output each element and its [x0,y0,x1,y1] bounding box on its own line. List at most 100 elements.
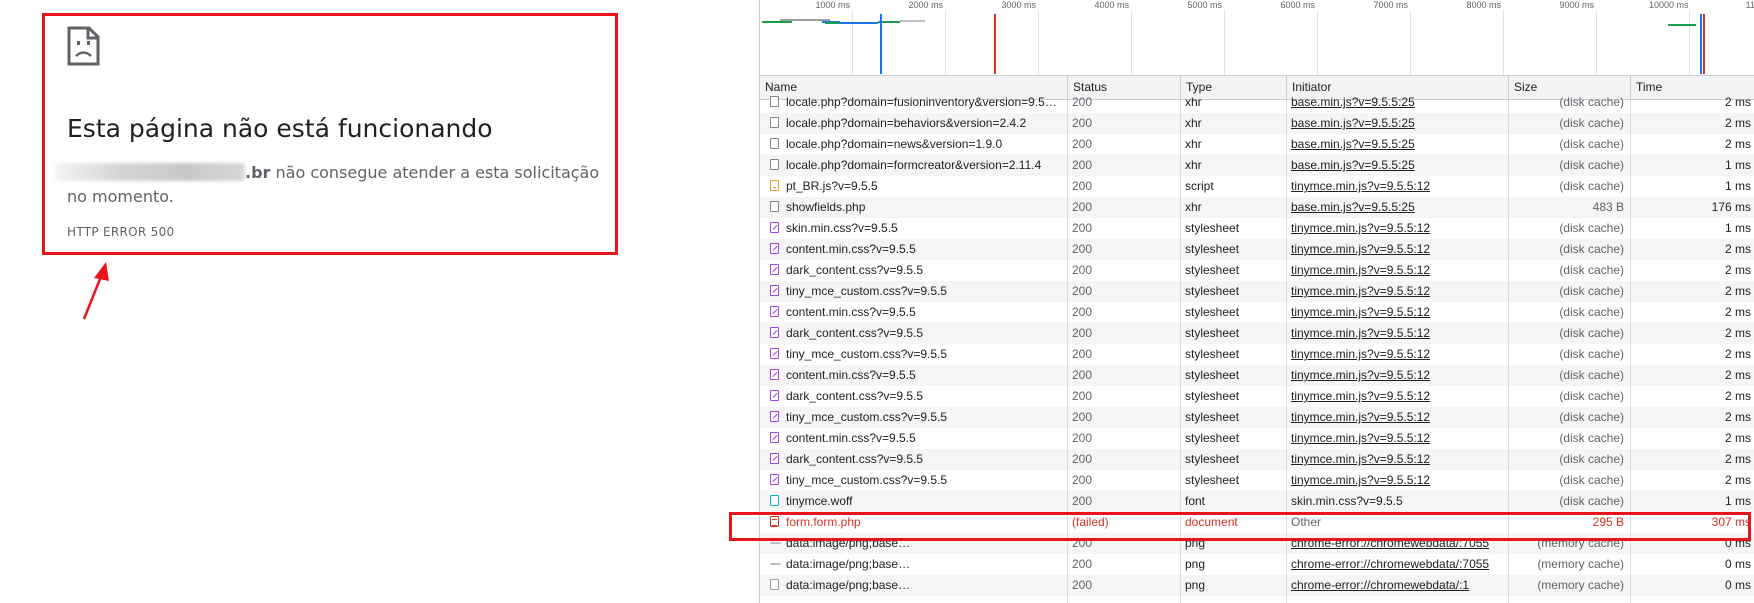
request-name: tiny_mce_custom.css?v=9.5.5 [786,284,948,298]
timeline-overview[interactable]: 1000 ms 2000 ms 3000 ms 4000 ms 5000 ms 6000 … [760,0,1754,76]
timeline-gridline [945,10,946,75]
request-status: 200 [1072,494,1093,508]
request-initiator-link[interactable]: tinymce.min.js?v=9.5.5:12 [1286,323,1508,344]
request-size: (disk cache) [1559,284,1624,298]
request-row[interactable]: dark_content.css?v=9.5.5 200 stylesheet tin… [760,260,1754,281]
request-name: tiny_mce_custom.css?v=9.5.5 [786,347,948,361]
request-time: 2 ms [1724,389,1751,403]
request-row[interactable]: content.min.css?v=9.5.5 200 stylesheet tiny… [760,365,1754,386]
request-type: stylesheet [1185,473,1240,487]
request-row[interactable]: data:image/png;base… 200 png chrome-error:/… [760,554,1754,575]
request-initiator-link[interactable]: base.min.js?v=9.5.5:25 [1286,197,1508,218]
request-row[interactable]: dark_content.css?v=9.5.5 200 stylesheet tin… [760,386,1754,407]
timeline-tick-label: 6000 ms [1280,0,1315,10]
request-initiator-link[interactable]: base.min.js?v=9.5.5:25 [1286,113,1508,134]
request-row[interactable]: tiny_mce_custom.css?v=9.5.5 200 stylesheet… [760,344,1754,365]
request-name: showfields.php [786,200,866,214]
request-initiator-link: skin.min.css?v=9.5.5 [1291,494,1403,508]
request-size: (disk cache) [1559,410,1624,424]
request-name: dark_content.css?v=9.5.5 [786,326,924,340]
timeline-gridline [1131,10,1132,75]
request-type: xhr [1185,137,1202,151]
request-type: stylesheet [1185,326,1240,340]
request-row[interactable]: dark_content.css?v=9.5.5 200 stylesheet tin… [760,449,1754,470]
request-status: 200 [1072,158,1093,172]
request-row[interactable]: tiny_mce_custom.css?v=9.5.5 200 stylesheet… [760,281,1754,302]
timeline-tick-label: 10000 ms [1649,0,1689,10]
request-row[interactable]: tiny_mce_custom.css?v=9.5.5 200 stylesheet… [760,407,1754,428]
request-type: stylesheet [1185,410,1240,424]
request-row[interactable]: content.min.css?v=9.5.5 200 stylesheet tiny… [760,239,1754,260]
request-type: xhr [1185,116,1202,130]
request-row[interactable]: content.min.css?v=9.5.5 200 stylesheet tiny… [760,302,1754,323]
request-status: 200 [1072,326,1093,340]
request-name: content.min.css?v=9.5.5 [786,242,916,256]
request-row[interactable]: locale.php?domain=fusioninventory&versio… [760,92,1754,113]
request-time: 2 ms [1724,452,1751,466]
request-initiator-link[interactable]: tinymce.min.js?v=9.5.5:12 [1286,428,1508,449]
request-time: 2 ms [1724,284,1751,298]
request-initiator-link[interactable]: tinymce.min.js?v=9.5.5:12 [1286,386,1508,407]
request-initiator-link[interactable]: base.min.js?v=9.5.5:25 [1286,134,1508,155]
request-row[interactable]: content.min.css?v=9.5.5 200 stylesheet tiny… [760,428,1754,449]
request-row[interactable]: data:image/png;base… 200 png chrome-error:/… [760,575,1754,596]
request-size: (disk cache) [1559,179,1624,193]
request-row[interactable]: showfields.php 200 xhr base.min.js?v=9.5.5:… [760,197,1754,218]
request-row[interactable]: tinymce.woff 200 font skin.min.css?v=9.5.5 (… [760,491,1754,512]
request-time: 2 ms [1724,347,1751,361]
request-size: (disk cache) [1559,368,1624,382]
request-initiator-link[interactable]: tinymce.min.js?v=9.5.5:12 [1286,407,1508,428]
request-initiator-link[interactable]: base.min.js?v=9.5.5:25 [1286,92,1508,113]
request-status: 200 [1072,452,1093,466]
request-time: 2 ms [1724,473,1751,487]
request-initiator-link[interactable]: chrome-error://chromewebdata/:1 [1286,575,1508,596]
request-status: 200 [1072,578,1093,592]
request-size: (disk cache) [1559,389,1624,403]
request-initiator-link[interactable]: tinymce.min.js?v=9.5.5:12 [1286,344,1508,365]
timeline-tick-label: 110 [1745,0,1754,10]
request-type: stylesheet [1185,305,1240,319]
request-initiator-link[interactable]: tinymce.min.js?v=9.5.5:12 [1286,449,1508,470]
request-row[interactable]: tiny_mce_custom.css?v=9.5.5 200 stylesheet… [760,470,1754,491]
request-initiator-link[interactable]: tinymce.min.js?v=9.5.5:12 [1286,302,1508,323]
request-initiator-link[interactable]: tinymce.min.js?v=9.5.5:12 [1286,260,1508,281]
request-initiator-link[interactable]: tinymce.min.js?v=9.5.5:12 [1286,281,1508,302]
request-initiator-link[interactable]: tinymce.min.js?v=9.5.5:12 [1286,365,1508,386]
request-type: stylesheet [1185,284,1240,298]
request-name: tinymce.woff [786,494,853,508]
request-type: stylesheet [1185,389,1240,403]
load-event-line [1703,14,1705,74]
dom-content-loaded-line [880,14,882,74]
request-initiator-link[interactable]: chrome-error://chromewebdata/:7055 [1286,554,1508,575]
request-row[interactable]: dark_content.css?v=9.5.5 200 stylesheet tin… [760,323,1754,344]
timeline-gridline [852,10,853,75]
request-row[interactable]: locale.php?domain=behaviors&version=2.4.… [760,113,1754,134]
timeline-tick-label: 7000 ms [1373,0,1408,10]
request-name: dark_content.css?v=9.5.5 [786,452,924,466]
timeline-tick-label: 1000 ms [815,0,850,10]
request-type: font [1185,494,1206,508]
request-initiator-link[interactable]: tinymce.min.js?v=9.5.5:12 [1286,470,1508,491]
request-time: 2 ms [1724,263,1751,277]
request-size: (disk cache) [1559,158,1624,172]
request-initiator-link[interactable]: tinymce.min.js?v=9.5.5:12 [1286,176,1508,197]
request-type: xhr [1185,158,1202,172]
request-size: (disk cache) [1559,95,1624,109]
request-size: (disk cache) [1559,242,1624,256]
timeline-tick-label: 2000 ms [908,0,943,10]
request-status: 200 [1072,284,1093,298]
request-row[interactable]: skin.min.css?v=9.5.5 200 stylesheet tinymce… [760,218,1754,239]
request-initiator-link[interactable]: tinymce.min.js?v=9.5.5:12 [1286,218,1508,239]
request-initiator-link[interactable]: tinymce.min.js?v=9.5.5:12 [1286,239,1508,260]
request-row[interactable]: locale.php?domain=news&version=1.9.0 200 x… [760,134,1754,155]
request-size: (disk cache) [1559,452,1624,466]
request-row[interactable]: pt_BR.js?v=9.5.5 200 script tinymce.min.js?… [760,176,1754,197]
request-time: 2 ms [1724,410,1751,424]
timeline-gridline [1317,10,1318,75]
timeline-tick-label: 8000 ms [1466,0,1501,10]
request-size: (disk cache) [1559,116,1624,130]
request-name: tiny_mce_custom.css?v=9.5.5 [786,473,948,487]
request-type: stylesheet [1185,368,1240,382]
request-initiator-link[interactable]: base.min.js?v=9.5.5:25 [1286,155,1508,176]
request-row[interactable]: locale.php?domain=formcreator&version=2.… [760,155,1754,176]
